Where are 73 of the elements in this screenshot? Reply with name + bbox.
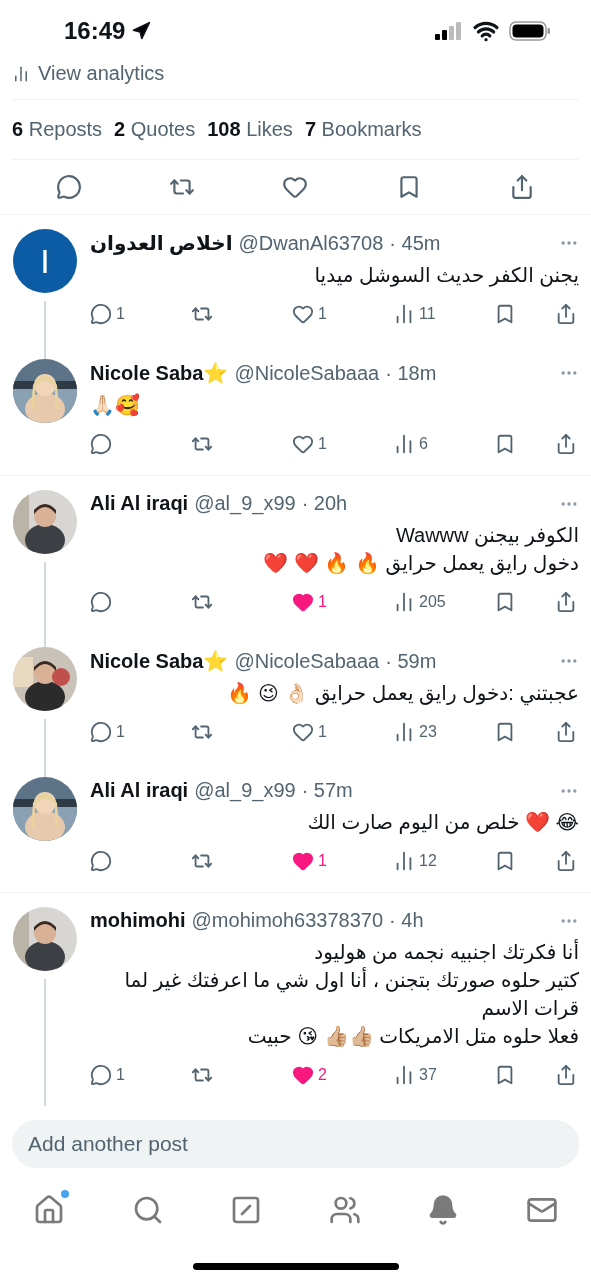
like-count: 1 [318,852,327,870]
like-icon[interactable] [292,303,314,325]
like-icon[interactable] [292,591,314,613]
analytics-icon [12,64,30,83]
user-handle[interactable]: @al_9_x99 [194,492,296,515]
reply-text: أنا فكرتك اجنبيه نجمه من هوليود كتير حلوه صورتك بتجنن ، أنا اول شي ما اعرفتك غير لما قرات الاسم فعلا حلوه متل الامريكات 👍🏼👍🏼 😘 حبيت [123,938,579,1050]
share-icon[interactable] [555,591,577,613]
reply-text: عجبتني :دخول رايق يعمل حرايق 👌🏻 😉 🔥 [226,681,579,707]
user-handle[interactable]: @NicoleSabaaa [234,649,380,673]
engagement-stat[interactable]: 7 Bookmarks [304,118,422,141]
post-time: · 20h [301,492,348,515]
reply-count: 1 [116,305,125,323]
post-time: · 4h [389,909,424,932]
reply-text: الكوفر بيجنن Wawww دخول رايق يعمل حرايق 🔥 🔥 ❤ ❤ [262,523,579,577]
signal-icon [435,22,463,40]
view-count: 23 [419,723,437,741]
people-icon [328,1194,361,1226]
view-count: 37 [419,1066,437,1084]
user-name[interactable]: Nicole Saba⭐ [90,361,229,385]
like-icon[interactable] [282,174,309,200]
reply-icon[interactable] [55,174,82,200]
share-icon[interactable] [555,1064,577,1086]
post-time: · 18m [385,361,437,385]
view-analytics-link[interactable]: View analytics [38,62,165,85]
like-icon[interactable] [292,433,314,455]
user-name[interactable]: Ali Al iraqi [90,492,189,515]
like-icon[interactable] [292,850,314,872]
user-name[interactable]: اخلاص العدوان [90,231,233,255]
share-icon[interactable] [555,303,577,325]
like-count: 1 [318,305,327,323]
user-name[interactable]: Nicole Saba⭐ [90,649,229,673]
reply-icon[interactable] [90,721,112,743]
user-handle[interactable]: @NicoleSabaaa [234,361,380,385]
user-handle[interactable]: @al_9_x99 [194,779,296,802]
post-time: · 59m [385,649,437,673]
reply-icon[interactable] [90,591,112,613]
reply-icon[interactable] [90,433,112,455]
add-post-field[interactable]: Add another post [12,1120,579,1168]
share-icon[interactable] [555,850,577,872]
engagement-stat[interactable]: 6 Reposts [12,118,103,141]
reply-icon[interactable] [90,1064,112,1086]
share-icon[interactable] [555,433,577,455]
view-count: 6 [419,435,428,453]
view-count: 11 [419,305,436,323]
reply-count: 1 [116,1066,125,1084]
share-icon[interactable] [555,721,577,743]
engagement-stat[interactable]: 2 Quotes [114,118,196,141]
reply-icon[interactable] [90,303,112,325]
reply-text: يجنن الكفر حديث السوشل ميديا [313,263,579,289]
clock: 16:49 [64,17,152,45]
post-time: · 45m [389,231,441,255]
user-handle[interactable]: @mohimoh63378370 [191,909,384,932]
view-count: 12 [419,852,437,870]
like-count: 1 [318,593,327,611]
avatar[interactable]: I [13,229,77,293]
notification-dot [61,1190,70,1198]
user-name[interactable]: Ali Al iraqi [90,779,189,802]
user-handle[interactable]: @DwanAl63708 [238,231,384,255]
reply-icon[interactable] [90,850,112,872]
post-time: · 57m [301,779,353,802]
like-count: 1 [318,435,327,453]
like-icon[interactable] [292,1064,314,1086]
engagement-stat[interactable]: 108 Likes [207,118,293,141]
user-name[interactable]: mohimohi [90,909,186,932]
like-icon[interactable] [292,721,314,743]
battery-icon [509,21,551,41]
reply-text: 🙏🏻🥰 [90,392,141,418]
location-icon [131,21,152,41]
view-count: 205 [419,593,446,611]
reply-text: 😂 ❤ خلص من اليوم صارت الك [306,810,579,836]
like-count: 2 [318,1066,327,1084]
reply-count: 1 [116,723,125,741]
like-count: 1 [318,723,327,741]
